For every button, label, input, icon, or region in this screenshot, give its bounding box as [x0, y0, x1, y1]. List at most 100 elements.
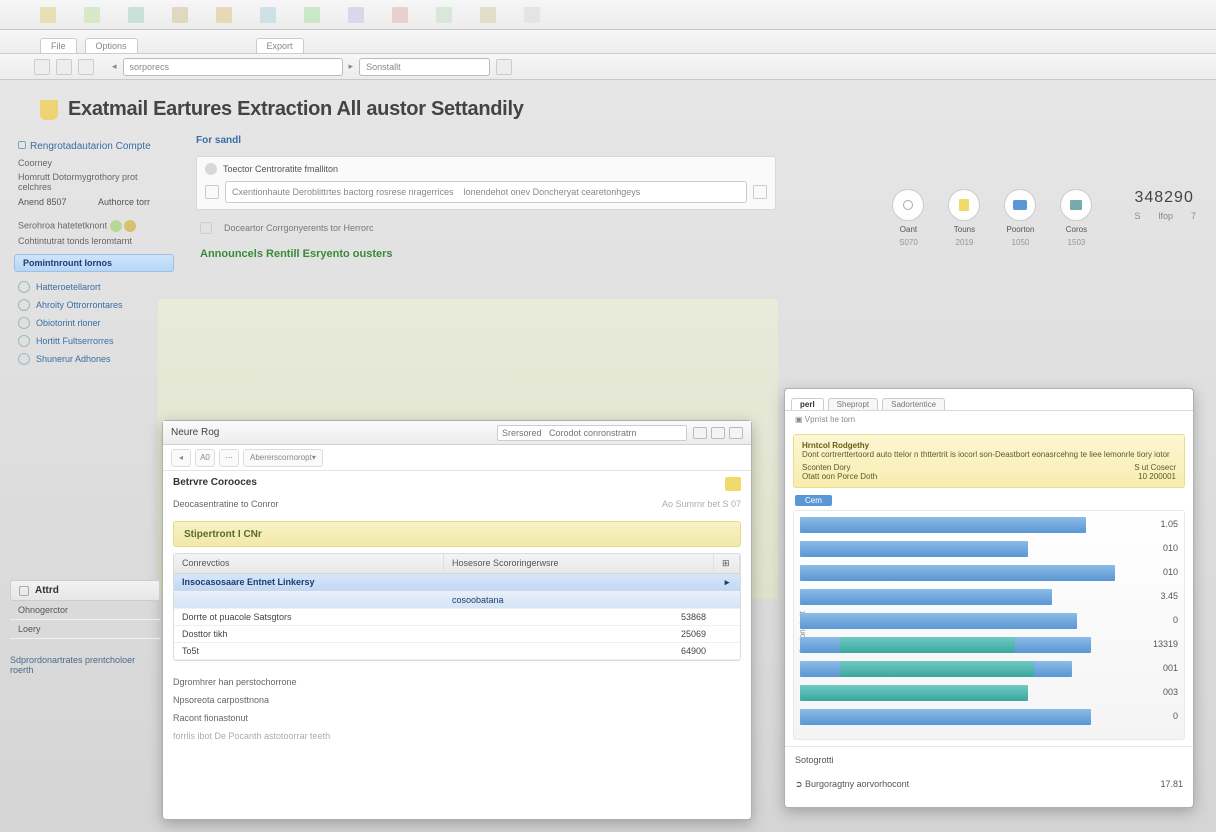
window-search[interactable] — [497, 425, 687, 441]
sidebar-sec-1: Serohroa hatetetknont — [10, 210, 178, 234]
icon-plus[interactable] — [304, 7, 320, 23]
tool-a-icon[interactable]: A0 — [195, 449, 215, 467]
bullet-icon — [18, 335, 30, 347]
icon-doc[interactable] — [40, 7, 56, 23]
icon-chart[interactable] — [128, 7, 144, 23]
nav-fwd-button[interactable] — [56, 59, 72, 75]
square-icon — [19, 586, 29, 596]
mini-header[interactable]: Attrd — [10, 580, 160, 601]
stat-1[interactable]: Touns2019 — [948, 189, 980, 247]
chart-legend-pill[interactable]: Cem — [795, 495, 832, 506]
chart-note-title: Hrntcol Rodgethy — [802, 441, 1176, 450]
icon-gear[interactable] — [216, 7, 232, 23]
sidebar-sub-b: Homrutt Dotormygrothory prot celchres — [10, 170, 178, 194]
table-row[interactable]: Dorrte ot puacole Satsgtors53868 — [174, 609, 740, 626]
note-r2a: Otatt oon Porce Doth — [802, 472, 877, 481]
search-button[interactable] — [496, 59, 512, 75]
nav-home-button[interactable] — [78, 59, 94, 75]
col-0[interactable]: Conrevctios — [174, 554, 444, 573]
bar-blue — [800, 565, 1115, 581]
chart-tab-2[interactable]: Sadortentice — [882, 398, 945, 410]
window-titlebar[interactable]: Neure Rog — [163, 421, 751, 445]
chart-area: bertonntertt 1.050100103.450133190010030 — [793, 510, 1185, 740]
stat-0[interactable]: OantS070 — [892, 189, 924, 247]
dropdown-icon[interactable] — [753, 185, 767, 199]
mini-note: Sdprordonartrates prentcholoer roerth — [10, 655, 160, 675]
window-footline-1: Dgromhrer han perstochorrone — [163, 667, 751, 693]
chart-tab-1[interactable]: Shepropt — [828, 398, 878, 410]
breadcrumb-field-1[interactable] — [123, 58, 343, 76]
bar-value: 13319 — [1153, 639, 1178, 649]
sidebar-sec-2: Cohtintutrat tonds leromtarnt — [10, 234, 178, 248]
col-1[interactable]: Hosesore Scororingerwsre — [444, 554, 714, 573]
email-source-input[interactable] — [225, 181, 747, 203]
top-icon-toolbar — [0, 0, 1216, 30]
email-box-title: Toector Centroratite fmalliton — [223, 164, 338, 174]
mini-row-2[interactable]: Loery — [10, 620, 160, 639]
tool-b-icon[interactable]: ⋯ — [219, 449, 239, 467]
section-title-green: Announcels Rentill Esryento ousters — [200, 248, 786, 260]
nav-back-button[interactable] — [34, 59, 50, 75]
icon-db[interactable] — [172, 7, 188, 23]
col-exp[interactable]: ⊞ — [714, 554, 740, 573]
icon-link[interactable] — [260, 7, 276, 23]
bar-blue — [800, 613, 1077, 629]
note-r1b: S ut Cosecr — [1134, 463, 1176, 472]
ribbon-tab-2[interactable]: Options — [85, 38, 138, 53]
table-row-sub[interactable]: cosoobatana — [174, 592, 740, 609]
mini-row-1[interactable]: Ohnogerctor — [10, 601, 160, 620]
icon-save[interactable] — [436, 7, 452, 23]
chart-footer-line: Burgoragtny aorvorhocont — [805, 779, 909, 789]
icon-xls[interactable] — [84, 7, 100, 23]
chart-note-body: Dont cortrerttertoord auto ttelor n thtt… — [802, 450, 1176, 459]
chart-tab-0[interactable]: perl — [791, 398, 824, 410]
sidebar-item-2[interactable]: Obiotorint rloner — [10, 314, 178, 332]
window-sub-right: Ao Sumrnr bet S 07 — [662, 499, 741, 509]
bullet-icon — [18, 281, 30, 293]
cap-icon — [1070, 200, 1082, 210]
lock-icon — [205, 185, 219, 199]
page-title: Exatmail Eartures Extraction All austor … — [68, 98, 524, 121]
results-table: Conrevctios Hosesore Scororingerwsre ⊞ I… — [173, 553, 741, 661]
shield-icon — [40, 100, 58, 120]
sidebar-item-0[interactable]: Hatteroetellarort — [10, 278, 178, 296]
ribbon-tab-3[interactable]: Export — [256, 38, 304, 53]
sidebar-item-3[interactable]: Hortitt Fultserrorres — [10, 332, 178, 350]
table-row[interactable]: Dosttor tikh25069 — [174, 626, 740, 643]
bullet-icon — [18, 353, 30, 365]
breadcrumb-field-2[interactable] — [359, 58, 490, 76]
bar-blue — [800, 517, 1086, 533]
chart-window: perl Shepropt Sadortentice ▣ Vprrist he … — [784, 388, 1194, 808]
window-title: Neure Rog — [171, 427, 219, 438]
doc-icon — [200, 222, 212, 234]
icon-print[interactable] — [480, 7, 496, 23]
bar-teal — [800, 685, 1028, 701]
sidebar-item-1[interactable]: Ahroity Ottrorrontares — [10, 296, 178, 314]
tool-back-icon[interactable]: ◂ — [171, 449, 191, 467]
window-max-icon[interactable] — [711, 427, 725, 439]
email-panel: For sandl Toector Centroratite fmalliton… — [186, 129, 786, 260]
chart-note: Hrntcol Rodgethy Dont cortrerttertoord a… — [793, 434, 1185, 488]
window-close-icon[interactable] — [729, 427, 743, 439]
bar-value: 001 — [1163, 663, 1178, 673]
icon-flag[interactable] — [392, 7, 408, 23]
small-num-0: S — [1134, 211, 1140, 221]
tool-dropdown[interactable]: Abererscornoropt ▾ — [243, 449, 323, 467]
sidebar-sub-a: Coorney — [10, 156, 178, 170]
note-r1a: Sconten Dory — [802, 463, 850, 472]
chart-small-text: ▣ Vprrist he torn — [785, 411, 1193, 428]
mini-panel: Attrd Ohnogerctor Loery Sdprordonartrate… — [10, 580, 160, 675]
chart-tabs: perl Shepropt Sadortentice — [785, 389, 1193, 411]
stat-2[interactable]: Poorton1050 — [1004, 189, 1036, 247]
icon-refresh[interactable] — [524, 7, 540, 23]
sidebar-section-compute[interactable]: Rengrotadautarion Compte — [10, 137, 178, 156]
sidebar-item-4[interactable]: Shunerur Adhones — [10, 350, 178, 368]
sidebar-item-active[interactable]: Pomintnrount Iornos — [14, 254, 174, 272]
ribbon-tab-1[interactable]: File — [40, 38, 77, 53]
table-row-selected[interactable]: Insocasosaare Entnet Linkersy▸ — [174, 574, 740, 592]
window-min-icon[interactable] — [693, 427, 707, 439]
stat-3[interactable]: Coros1503 — [1060, 189, 1092, 247]
shield-small-icon — [725, 477, 741, 491]
icon-mail[interactable] — [348, 7, 364, 23]
table-row[interactable]: To5t64900 — [174, 643, 740, 660]
